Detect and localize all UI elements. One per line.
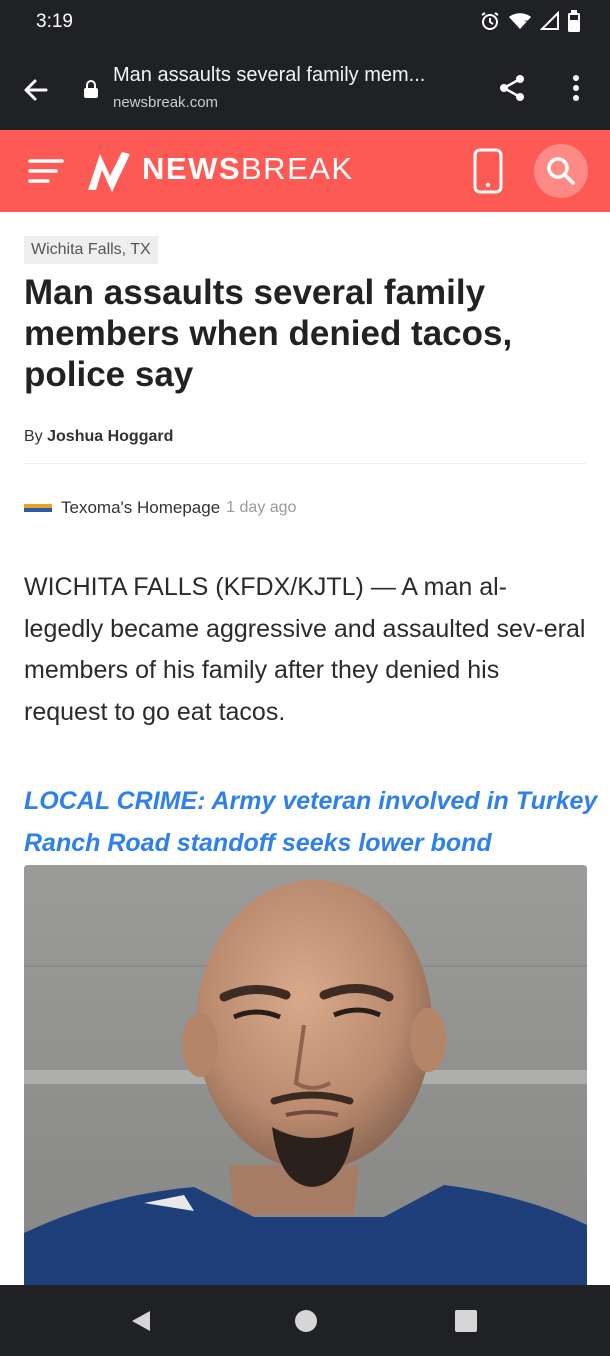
location-tag[interactable]: Wichita Falls, TX [24, 236, 158, 264]
author-name[interactable]: Joshua Hoggard [47, 428, 173, 445]
source-logo[interactable] [24, 504, 52, 512]
status-icons: ? [480, 10, 580, 32]
article-photo[interactable] [24, 865, 587, 1286]
system-nav-bar [0, 1285, 610, 1356]
byline-prefix: By [24, 428, 43, 445]
wifi-icon: ? [509, 13, 531, 30]
nav-back-icon[interactable] [130, 1309, 152, 1333]
share-icon[interactable] [496, 72, 528, 104]
article-body: WICHITA FALLS (KFDX/KJTL) — A man al-leg… [24, 573, 586, 726]
page-title[interactable]: Man assaults several family mem... [113, 64, 463, 87]
signal-icon [540, 11, 559, 30]
divider [24, 463, 586, 464]
phone-icon[interactable] [472, 148, 504, 194]
status-time: 3:19 [36, 11, 73, 32]
search-button[interactable] [534, 144, 588, 198]
url-domain[interactable]: newsbreak.com [113, 94, 218, 111]
status-bar: 3:19 ? [0, 0, 610, 46]
source-row: Texoma's Homepage 1 day ago [24, 498, 296, 518]
mugshot-image [24, 865, 587, 1286]
nav-recents-icon[interactable] [455, 1310, 477, 1332]
site-header: NEWSBREAK [0, 130, 610, 212]
byline: By Joshua Hoggard [24, 428, 173, 446]
related-article-link[interactable]: LOCAL CRIME: Army veteran involved in Tu… [24, 780, 599, 864]
newsbreak-wordmark[interactable]: NEWSBREAK [142, 151, 354, 187]
newsbreak-logo[interactable] [86, 148, 132, 194]
more-vert-icon[interactable] [566, 72, 586, 104]
published-time: 1 day ago [226, 499, 297, 516]
alarm-icon [481, 12, 499, 30]
battery-icon [568, 10, 580, 32]
article-headline: Man assaults several family members when… [24, 273, 513, 394]
svg-text:?: ? [524, 20, 529, 30]
lock-icon [84, 80, 98, 98]
nav-home-icon[interactable] [294, 1309, 318, 1333]
brand-bold: NEWS [142, 151, 241, 186]
back-arrow-icon[interactable] [20, 74, 52, 106]
brand-light: BREAK [241, 151, 354, 186]
browser-toolbar: Man assaults several family mem... newsb… [0, 46, 610, 130]
source-name[interactable]: Texoma's Homepage [61, 498, 220, 518]
search-icon [547, 157, 575, 185]
hamburger-icon[interactable] [28, 155, 64, 187]
